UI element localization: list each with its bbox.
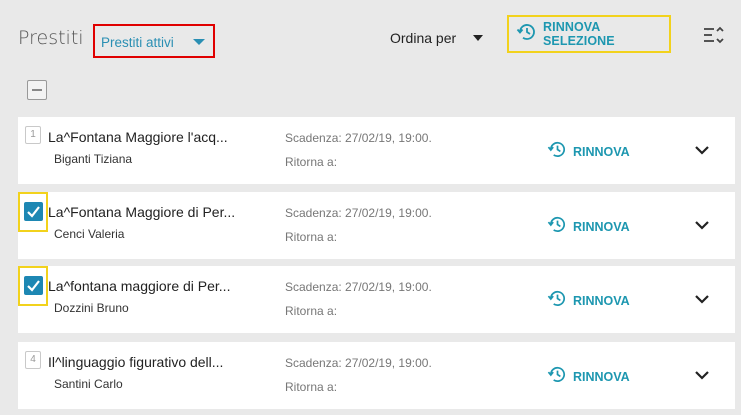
renew-clock-icon <box>516 21 538 48</box>
checkmark-icon <box>24 202 43 221</box>
book-title-link[interactable]: La^Fontana Maggiore l'acq... <box>48 129 228 145</box>
loan-row: 4 Il^linguaggio figurativo dell... Santi… <box>18 342 735 409</box>
renew-clock-icon <box>547 364 568 390</box>
renew-label: RINNOVA <box>573 220 630 234</box>
renew-clock-icon <box>547 214 568 240</box>
book-author: Santini Carlo <box>54 377 123 391</box>
row-index[interactable]: 1 <box>25 126 41 144</box>
renew-clock-icon <box>547 139 568 165</box>
chevron-down-icon[interactable] <box>694 292 710 304</box>
row-checkbox[interactable] <box>18 266 48 306</box>
due-date: Scadenza: 27/02/19, 19:00. <box>285 206 432 220</box>
checkmark-icon <box>24 276 43 295</box>
filter-selected-value: Prestiti attivi <box>101 35 174 50</box>
chevron-down-icon[interactable] <box>694 218 710 230</box>
return-to: Ritorna a: <box>285 230 338 244</box>
renew-label: RINNOVA <box>573 294 630 308</box>
caret-down-icon <box>193 39 205 45</box>
due-date: Scadenza: 27/02/19, 19:00. <box>285 356 432 370</box>
book-author: Cenci Valeria <box>54 227 125 241</box>
page-title: Prestiti <box>18 27 84 49</box>
due-date: Scadenza: 27/02/19, 19:00. <box>285 131 432 145</box>
renew-clock-icon <box>547 288 568 314</box>
loan-filter-dropdown[interactable]: Prestiti attivi <box>93 24 215 58</box>
renew-label: RINNOVA <box>573 145 630 159</box>
return-to: Ritorna a: <box>285 304 338 318</box>
sort-dropdown[interactable]: Ordina per <box>390 30 456 46</box>
book-title-link[interactable]: La^fontana maggiore di Per... <box>48 278 230 294</box>
caret-down-icon[interactable] <box>473 35 483 41</box>
renew-button[interactable]: RINNOVA <box>547 139 630 165</box>
renew-button[interactable]: RINNOVA <box>547 214 630 240</box>
book-title-link[interactable]: Il^linguaggio figurativo dell... <box>48 354 223 370</box>
book-author: Biganti Tiziana <box>54 152 133 166</box>
return-to: Ritorna a: <box>285 380 338 394</box>
renew-button[interactable]: RINNOVA <box>547 288 630 314</box>
loan-row: 1 La^Fontana Maggiore l'acq... Biganti T… <box>18 117 735 184</box>
renew-selection-button[interactable]: RINNOVA SELEZIONE <box>507 15 671 53</box>
sort-order-toggle-icon[interactable] <box>703 25 725 47</box>
renew-label: RINNOVA <box>573 370 630 384</box>
return-to: Ritorna a: <box>285 155 338 169</box>
loan-row: La^Fontana Maggiore di Per... Cenci Vale… <box>18 192 735 259</box>
row-index[interactable]: 4 <box>25 351 41 369</box>
select-all-checkbox[interactable] <box>27 80 47 100</box>
renew-selection-label: RINNOVA SELEZIONE <box>543 20 615 48</box>
renew-button[interactable]: RINNOVA <box>547 364 630 390</box>
chevron-down-icon[interactable] <box>694 143 710 155</box>
loan-row: La^fontana maggiore di Per... Dozzini Br… <box>18 266 735 333</box>
due-date: Scadenza: 27/02/19, 19:00. <box>285 280 432 294</box>
chevron-down-icon[interactable] <box>694 368 710 380</box>
page-header: Prestiti Prestiti attivi Ordina per RINN… <box>0 0 741 80</box>
row-checkbox[interactable] <box>18 192 48 232</box>
book-author: Dozzini Bruno <box>54 301 129 315</box>
book-title-link[interactable]: La^Fontana Maggiore di Per... <box>48 204 235 220</box>
